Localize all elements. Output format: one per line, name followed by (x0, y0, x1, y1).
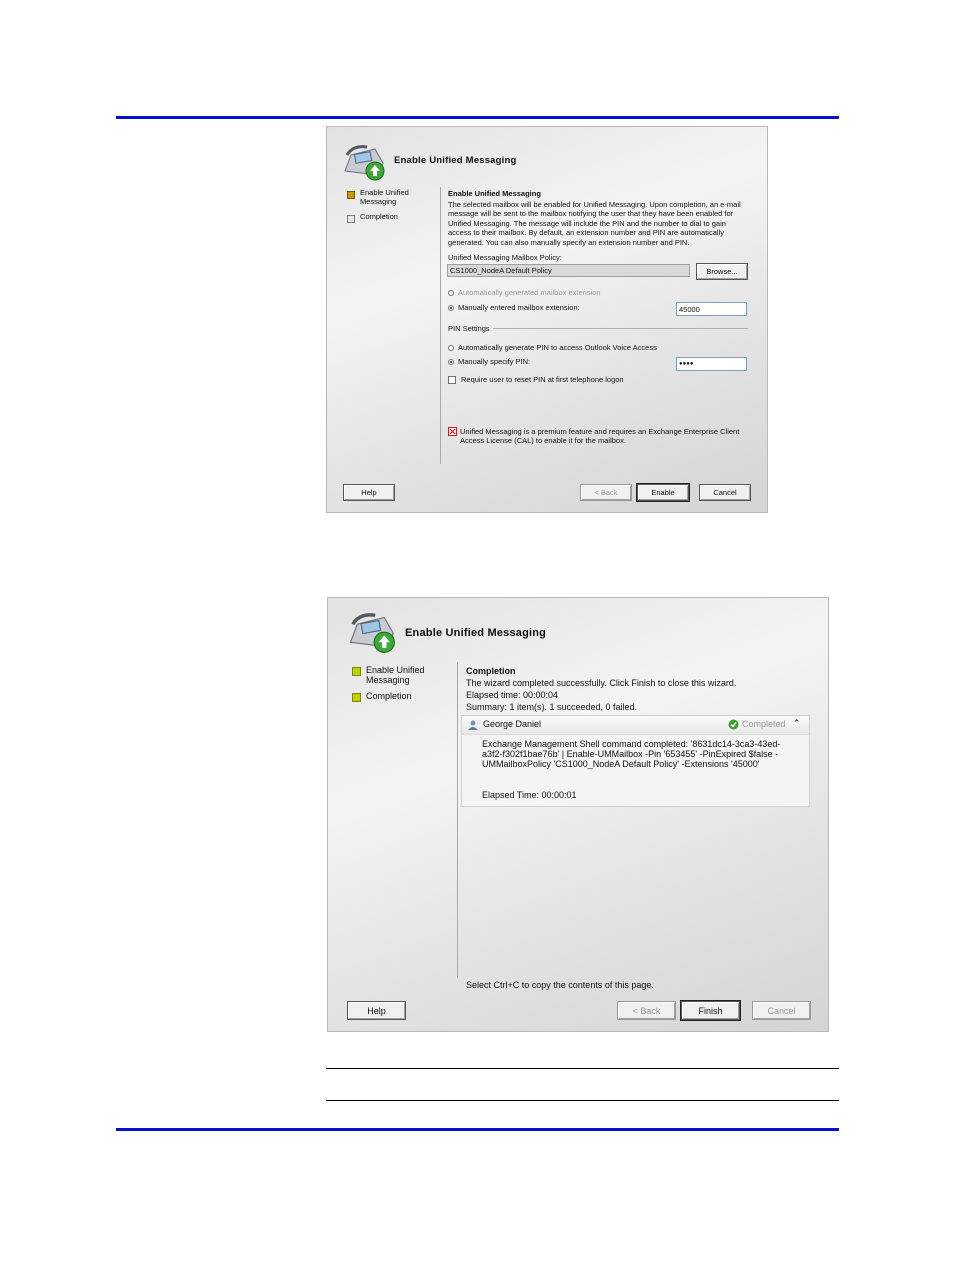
collapse-chevron-icon[interactable]: ⌃ (793, 718, 801, 729)
radio-dot (448, 304, 454, 311)
separator-rule (326, 1068, 839, 1069)
wizard-title: Enable Unified Messaging (394, 155, 517, 166)
step-completion: Completion (347, 212, 417, 223)
status-line: The wizard completed successfully. Click… (466, 678, 737, 688)
top-rule (116, 116, 839, 119)
result-panel: George Daniel Completed ⌃ Exchange Manag… (461, 715, 810, 807)
policy-field[interactable]: CS1000_NodeA Default Policy (447, 264, 690, 277)
step-label: Enable Unified Messaging (366, 665, 425, 686)
auto-pin-radio[interactable]: Automatically generate PIN to access Out… (448, 343, 657, 352)
reset-pin-checkbox[interactable]: Require user to reset PIN at first telep… (448, 375, 624, 384)
step-enable-um: Enable Unified Messaging (352, 665, 432, 686)
result-name: George Daniel (483, 719, 542, 729)
radio-dot (448, 289, 454, 296)
help-button[interactable]: Help (343, 484, 395, 501)
step-status-icon (352, 667, 361, 676)
finish-button[interactable]: Finish (680, 1000, 741, 1021)
radio-dot (448, 358, 454, 365)
divider (440, 187, 441, 464)
step-status-icon (347, 215, 355, 223)
radio-label: Automatically generated mailbox extensio… (458, 288, 601, 297)
unified-messaging-phone-icon (349, 613, 395, 653)
warning-icon (448, 427, 457, 436)
radio-dot (448, 344, 454, 351)
radio-label: Automatically generate PIN to access Out… (458, 343, 657, 352)
pin-settings-group: PIN Settings (448, 324, 748, 333)
step-enable-um: Enable Unified Messaging (347, 188, 417, 206)
result-header[interactable]: George Daniel Completed ⌃ (462, 716, 809, 735)
radio-label: Manually entered mailbox extension: (458, 303, 580, 312)
step-status-icon (352, 693, 361, 702)
result-status: Completed (742, 719, 786, 729)
policy-label: Unified Messaging Mailbox Policy: (448, 253, 562, 262)
help-button[interactable]: Help (347, 1001, 406, 1020)
unified-messaging-phone-icon (344, 145, 385, 181)
bottom-rule (116, 1128, 839, 1131)
enable-um-wizard-completion: Enable Unified Messaging Enable Unified … (327, 597, 829, 1032)
divider (457, 662, 458, 978)
manual-extension-radio[interactable]: Manually entered mailbox extension: (448, 303, 580, 312)
step-completion: Completion (352, 691, 432, 702)
premium-note: Unified Messaging is a premium feature a… (460, 427, 740, 445)
step-label: Completion (366, 691, 412, 701)
browse-button[interactable]: Browse... (696, 263, 748, 280)
auto-extension-radio[interactable]: Automatically generated mailbox extensio… (448, 288, 601, 297)
step-label: Completion (360, 212, 398, 221)
page-heading: Enable Unified Messaging (448, 189, 541, 198)
radio-label: Manually specify PIN: (458, 357, 531, 366)
summary-line: Summary: 1 item(s). 1 succeeded, 0 faile… (466, 702, 638, 712)
copy-hint: Select Ctrl+C to copy the contents of th… (466, 980, 654, 990)
group-label: PIN Settings (448, 324, 490, 333)
cancel-button[interactable]: Cancel (699, 484, 751, 501)
separator-rule (326, 1100, 839, 1101)
back-button[interactable]: < Back (580, 484, 632, 501)
elapsed-time: Elapsed time: 00:00:04 (466, 690, 559, 700)
user-icon (468, 720, 478, 730)
command-text: Exchange Management Shell command comple… (482, 739, 781, 769)
wizard-title: Enable Unified Messaging (405, 627, 547, 639)
step-status-icon (347, 191, 355, 199)
page-heading: Completion (466, 666, 516, 676)
page-description: The selected mailbox will be enabled for… (448, 200, 741, 247)
result-elapsed: Elapsed Time: 00:00:01 (482, 790, 577, 800)
cancel-button[interactable]: Cancel (752, 1001, 811, 1020)
enable-um-wizard-step1: Enable Unified Messaging Enable Unified … (326, 126, 768, 513)
success-check-icon (728, 719, 739, 730)
step-label: Enable Unified Messaging (360, 188, 409, 206)
extension-input[interactable]: 45000 (676, 302, 747, 316)
pin-input[interactable]: ●●●● (676, 357, 747, 371)
back-button[interactable]: < Back (617, 1001, 676, 1020)
checkbox-label: Require user to reset PIN at first telep… (461, 375, 624, 384)
enable-button[interactable]: Enable (636, 483, 690, 502)
checkbox-box (448, 375, 456, 384)
manual-pin-radio[interactable]: Manually specify PIN: (448, 357, 530, 366)
